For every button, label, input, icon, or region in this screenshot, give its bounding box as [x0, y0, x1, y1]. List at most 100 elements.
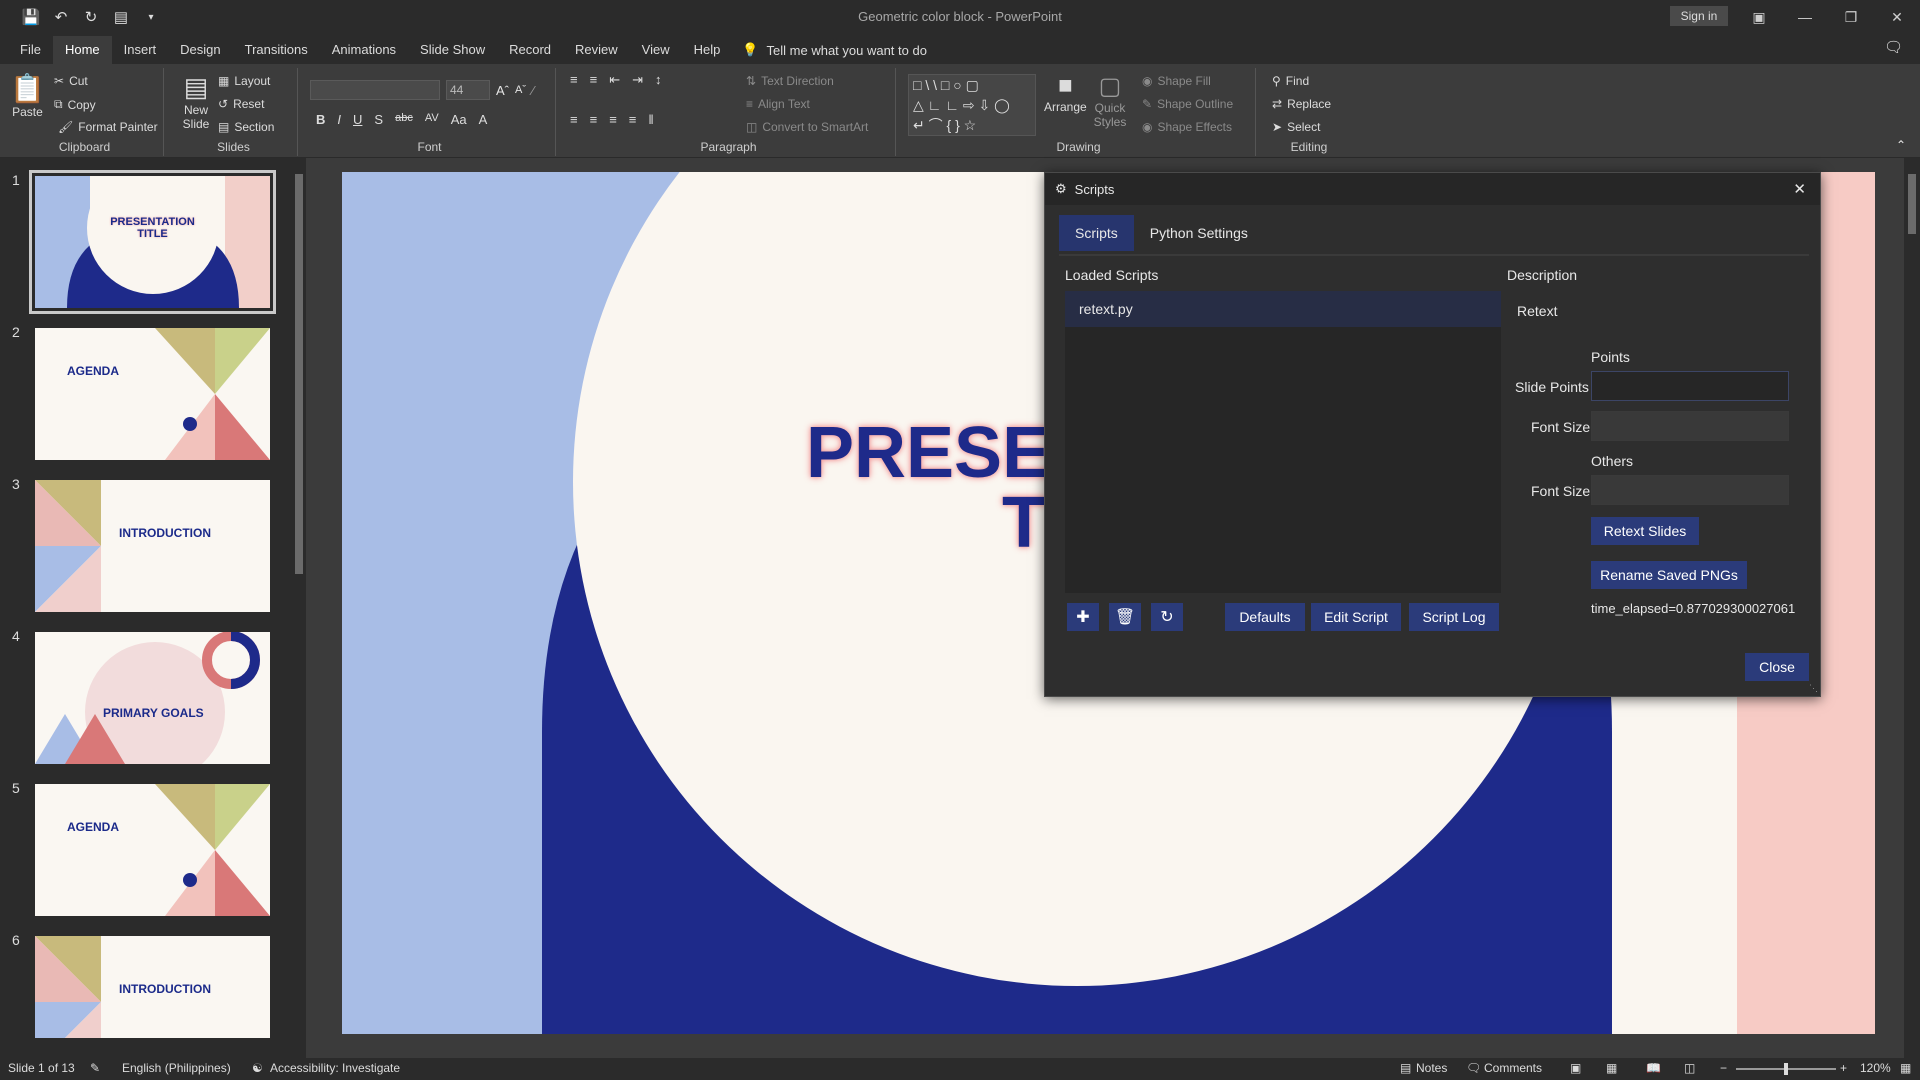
collapse-ribbon-icon[interactable]: ⌃ [1896, 138, 1906, 152]
convert-smartart-button[interactable]: ◫ Convert to SmartArt [746, 120, 868, 134]
slideshow-icon[interactable]: ◫ [1684, 1061, 1695, 1075]
restore-icon[interactable]: ❐ [1828, 0, 1874, 34]
find-button[interactable]: ⚲ Find [1272, 74, 1309, 88]
language-indicator[interactable]: English (Philippines) [122, 1061, 231, 1075]
scripts-list[interactable]: retext.py [1065, 291, 1501, 593]
resize-grip-icon[interactable]: ⋱ [1809, 683, 1818, 694]
minimize-icon[interactable]: — [1782, 0, 1828, 34]
edit-script-button[interactable]: Edit Script [1311, 603, 1401, 631]
zoom-out-icon[interactable]: − [1720, 1061, 1727, 1075]
line-spacing-icon[interactable]: ↕ [655, 72, 662, 88]
tab-scripts[interactable]: Scripts [1059, 215, 1134, 251]
comments-button[interactable]: Comments [1484, 1061, 1542, 1075]
ribbon-display-icon[interactable]: ▣ [1736, 0, 1782, 34]
align-text-button[interactable]: ≡ Align Text [746, 97, 810, 111]
tab-record[interactable]: Record [497, 36, 563, 64]
align-center-icon[interactable]: ≡ [590, 112, 598, 127]
new-slide-button[interactable]: ▤ New Slide [176, 72, 216, 131]
slide-thumbnail-6[interactable]: INTRODUCTION [35, 936, 270, 1038]
select-button[interactable]: ➤ Select [1272, 120, 1320, 134]
columns-icon[interactable]: ‖ [648, 112, 653, 127]
thumbnail-scrollbar[interactable] [292, 158, 306, 1058]
font-name-box[interactable] [310, 80, 440, 100]
shapes-gallery[interactable]: □ \ \ □ ○ ▢ △ ∟ ∟ ⇨ ⇩ ◯ ↵ ⌒ { } ☆ [908, 74, 1036, 136]
tab-help[interactable]: Help [682, 36, 733, 64]
tab-home[interactable]: Home [52, 36, 112, 64]
copy-button[interactable]: ⧉ Copy [54, 97, 96, 112]
tab-design[interactable]: Design [168, 36, 232, 64]
editor-scroll-thumb[interactable] [1908, 174, 1916, 234]
spellcheck-icon[interactable]: ✎ [90, 1061, 100, 1075]
tab-animations[interactable]: Animations [320, 36, 408, 64]
replace-button[interactable]: ⇄ Replace [1272, 97, 1331, 111]
thumbnail-scroll-thumb[interactable] [295, 174, 303, 574]
strikethrough-icon[interactable]: abc [395, 112, 413, 127]
slide-points-input[interactable] [1591, 371, 1789, 401]
layout-button[interactable]: ▦ Layout [218, 74, 270, 88]
shape-effects-button[interactable]: ◉ Shape Effects [1142, 120, 1232, 134]
fit-slide-icon[interactable]: ▦ [1900, 1061, 1911, 1075]
numbering-icon[interactable]: ≡ [590, 72, 598, 88]
tab-file[interactable]: File [8, 36, 53, 64]
tab-transitions[interactable]: Transitions [233, 36, 320, 64]
shape-fill-button[interactable]: ◉ Shape Fill [1142, 74, 1211, 88]
tab-view[interactable]: View [630, 36, 682, 64]
list-item[interactable]: retext.py [1065, 291, 1501, 327]
italic-icon[interactable]: I [337, 112, 341, 127]
bold-icon[interactable]: B [316, 112, 325, 127]
tab-insert[interactable]: Insert [112, 36, 169, 64]
align-left-icon[interactable]: ≡ [570, 112, 578, 127]
reset-button[interactable]: ↺ Reset [218, 97, 264, 111]
font-size-box[interactable]: 44 [446, 80, 490, 100]
slide-sorter-icon[interactable]: ▦ [1606, 1061, 1617, 1075]
others-font-size-input[interactable] [1591, 475, 1789, 505]
reading-view-icon[interactable]: 📖 [1646, 1061, 1661, 1075]
redo-icon[interactable]: ↻ [78, 4, 104, 30]
format-painter-button[interactable]: 🖌 Format Painter [58, 120, 158, 134]
spacing-icon[interactable]: AV [425, 112, 439, 127]
rename-pngs-button[interactable]: Rename Saved PNGs [1591, 561, 1747, 589]
slide-title[interactable]: PRESE T [806, 412, 1050, 564]
add-icon[interactable]: ✚ [1067, 603, 1099, 631]
justify-icon[interactable]: ≡ [629, 112, 637, 127]
shape-outline-button[interactable]: ✎ Shape Outline [1142, 97, 1233, 111]
presentation-icon[interactable]: ▤ [108, 4, 134, 30]
save-icon[interactable]: 💾 [18, 4, 44, 30]
text-direction-button[interactable]: ⇅ Text Direction [746, 74, 834, 88]
normal-view-icon[interactable]: ▣ [1570, 1061, 1581, 1075]
font-color-icon[interactable]: A [479, 112, 488, 127]
slide-thumbnail-2[interactable]: AGENDA [35, 328, 270, 460]
undo-icon[interactable]: ↶ [48, 4, 74, 30]
retext-slides-button[interactable]: Retext Slides [1591, 517, 1699, 545]
paste-button[interactable]: 📋 Paste [10, 72, 45, 119]
zoom-slider[interactable] [1736, 1063, 1836, 1075]
tell-me-search[interactable]: 💡 Tell me what you want to do [732, 36, 927, 64]
slide-thumbnail-4[interactable]: PRIMARY GOALS [35, 632, 270, 764]
shrink-font-icon[interactable]: Aˇ [515, 84, 526, 96]
customize-qat-icon[interactable]: ▾ [138, 4, 164, 30]
zoom-level[interactable]: 120% [1860, 1061, 1891, 1075]
close-window-icon[interactable]: ✕ [1874, 0, 1920, 34]
zoom-in-icon[interactable]: + [1840, 1061, 1847, 1075]
slide-thumbnail-3[interactable]: INTRODUCTION [35, 480, 270, 612]
tab-slide-show[interactable]: Slide Show [408, 36, 497, 64]
clear-format-icon[interactable]: ⁄ [532, 83, 534, 98]
bullets-icon[interactable]: ≡ [570, 72, 578, 88]
zoom-slider-thumb[interactable] [1784, 1063, 1788, 1075]
decrease-indent-icon[interactable]: ⇤ [609, 72, 620, 88]
section-button[interactable]: ▤ Section [218, 120, 274, 134]
notes-button[interactable]: Notes [1416, 1061, 1447, 1075]
grow-font-icon[interactable]: Aˆ [496, 83, 509, 98]
dialog-close-icon[interactable]: ✕ [1793, 180, 1806, 198]
refresh-icon[interactable]: ↻ [1151, 603, 1183, 631]
accessibility-status[interactable]: Accessibility: Investigate [270, 1061, 400, 1075]
tab-review[interactable]: Review [563, 36, 630, 64]
close-button[interactable]: Close [1745, 653, 1809, 681]
arrange-button[interactable]: ■ Arrange [1044, 72, 1087, 114]
font-size-input[interactable] [1591, 411, 1789, 441]
defaults-button[interactable]: Defaults [1225, 603, 1305, 631]
script-log-button[interactable]: Script Log [1409, 603, 1499, 631]
underline-icon[interactable]: U [353, 112, 362, 127]
shadow-icon[interactable]: S [374, 112, 383, 127]
slide-thumbnail-5[interactable]: AGENDA [35, 784, 270, 916]
